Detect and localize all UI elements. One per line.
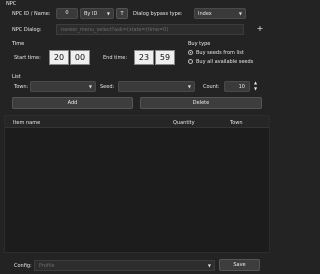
end-hour-value: 23: [138, 53, 150, 62]
radio-unselected-icon: [188, 59, 193, 64]
chevron-up-icon: ▲: [254, 80, 258, 85]
add-button-label: Add: [67, 100, 78, 106]
config-placeholder: Profile: [39, 263, 55, 269]
start-minute-value: 00: [74, 53, 86, 62]
buy-from-list-label: Buy seeds from list: [196, 50, 244, 56]
items-table[interactable]: Item name Quantity Town: [4, 115, 270, 253]
save-button[interactable]: Save: [219, 259, 260, 271]
bypass-type-label: Dialog bypass type:: [133, 11, 183, 17]
save-button-label: Save: [233, 262, 246, 268]
add-dialog-button[interactable]: +: [256, 24, 264, 34]
search-by-select[interactable]: By ID ▼: [80, 8, 114, 19]
list-section-label: List: [12, 74, 21, 80]
seed-select[interactable]: ▼: [118, 81, 195, 92]
buy-from-list-radio[interactable]: Buy seeds from list: [186, 49, 266, 57]
start-hour-input[interactable]: 20: [49, 50, 69, 65]
npc-id-name-label: NPC ID / Name:: [12, 11, 51, 17]
bypass-type-value: Index: [198, 11, 212, 17]
column-header-item-name[interactable]: Item name: [13, 120, 40, 126]
column-header-quantity[interactable]: Quantity: [173, 120, 195, 126]
npc-dialog-input[interactable]: nareer_menu_select?ask=(state=(time=0): [56, 24, 244, 35]
town-label: Town:: [14, 84, 29, 90]
end-hour-input[interactable]: 23: [134, 50, 154, 65]
search-by-value: By ID: [84, 11, 98, 17]
radio-selected-icon: [188, 50, 193, 55]
time-section-label: Time: [12, 41, 25, 47]
chevron-down-icon: ▼: [238, 11, 242, 16]
count-input[interactable]: 10: [224, 81, 250, 92]
buy-all-radio[interactable]: Buy all available seeds: [186, 58, 266, 66]
count-spinner[interactable]: ▲ ▼: [251, 80, 263, 92]
count-value: 10: [238, 84, 245, 90]
npc-dialog-label: NPC Dialog:: [12, 27, 42, 33]
config-select[interactable]: Profile ▼: [34, 260, 215, 271]
start-time-label: Start time:: [14, 55, 41, 61]
bypass-type-select[interactable]: Index ▼: [194, 8, 246, 19]
start-minute-input[interactable]: 00: [70, 50, 90, 65]
column-header-town[interactable]: Town: [230, 120, 243, 126]
end-time-label: End time:: [103, 55, 128, 61]
end-minute-value: 59: [159, 53, 171, 62]
npc-search-button[interactable]: T: [116, 8, 128, 19]
table-header: Item name Quantity Town: [5, 116, 269, 128]
npc-section-label: NPC: [6, 1, 17, 7]
buy-type-label: Buy type: [188, 41, 211, 47]
npc-id-value: 0: [65, 10, 69, 16]
npc-dialog-placeholder: nareer_menu_select?ask=(state=(time=0): [61, 27, 169, 33]
count-label: Count:: [203, 84, 220, 90]
town-select[interactable]: ▼: [30, 81, 96, 92]
chevron-down-icon: ▼: [254, 86, 258, 91]
delete-button-label: Delete: [192, 100, 210, 106]
npc-id-input[interactable]: 0: [56, 8, 78, 19]
chevron-down-icon: ▼: [106, 11, 110, 16]
seed-label: Seed:: [100, 84, 115, 90]
add-button[interactable]: Add: [12, 97, 133, 109]
chevron-down-icon: ▼: [88, 84, 92, 89]
npc-search-button-label: T: [120, 10, 124, 17]
chevron-down-icon: ▼: [207, 263, 211, 268]
end-minute-input[interactable]: 59: [155, 50, 175, 65]
config-label: Config:: [14, 263, 32, 269]
buy-all-label: Buy all available seeds: [196, 59, 254, 65]
chevron-down-icon: ▼: [187, 84, 191, 89]
start-hour-value: 20: [53, 53, 65, 62]
delete-button[interactable]: Delete: [140, 97, 262, 109]
